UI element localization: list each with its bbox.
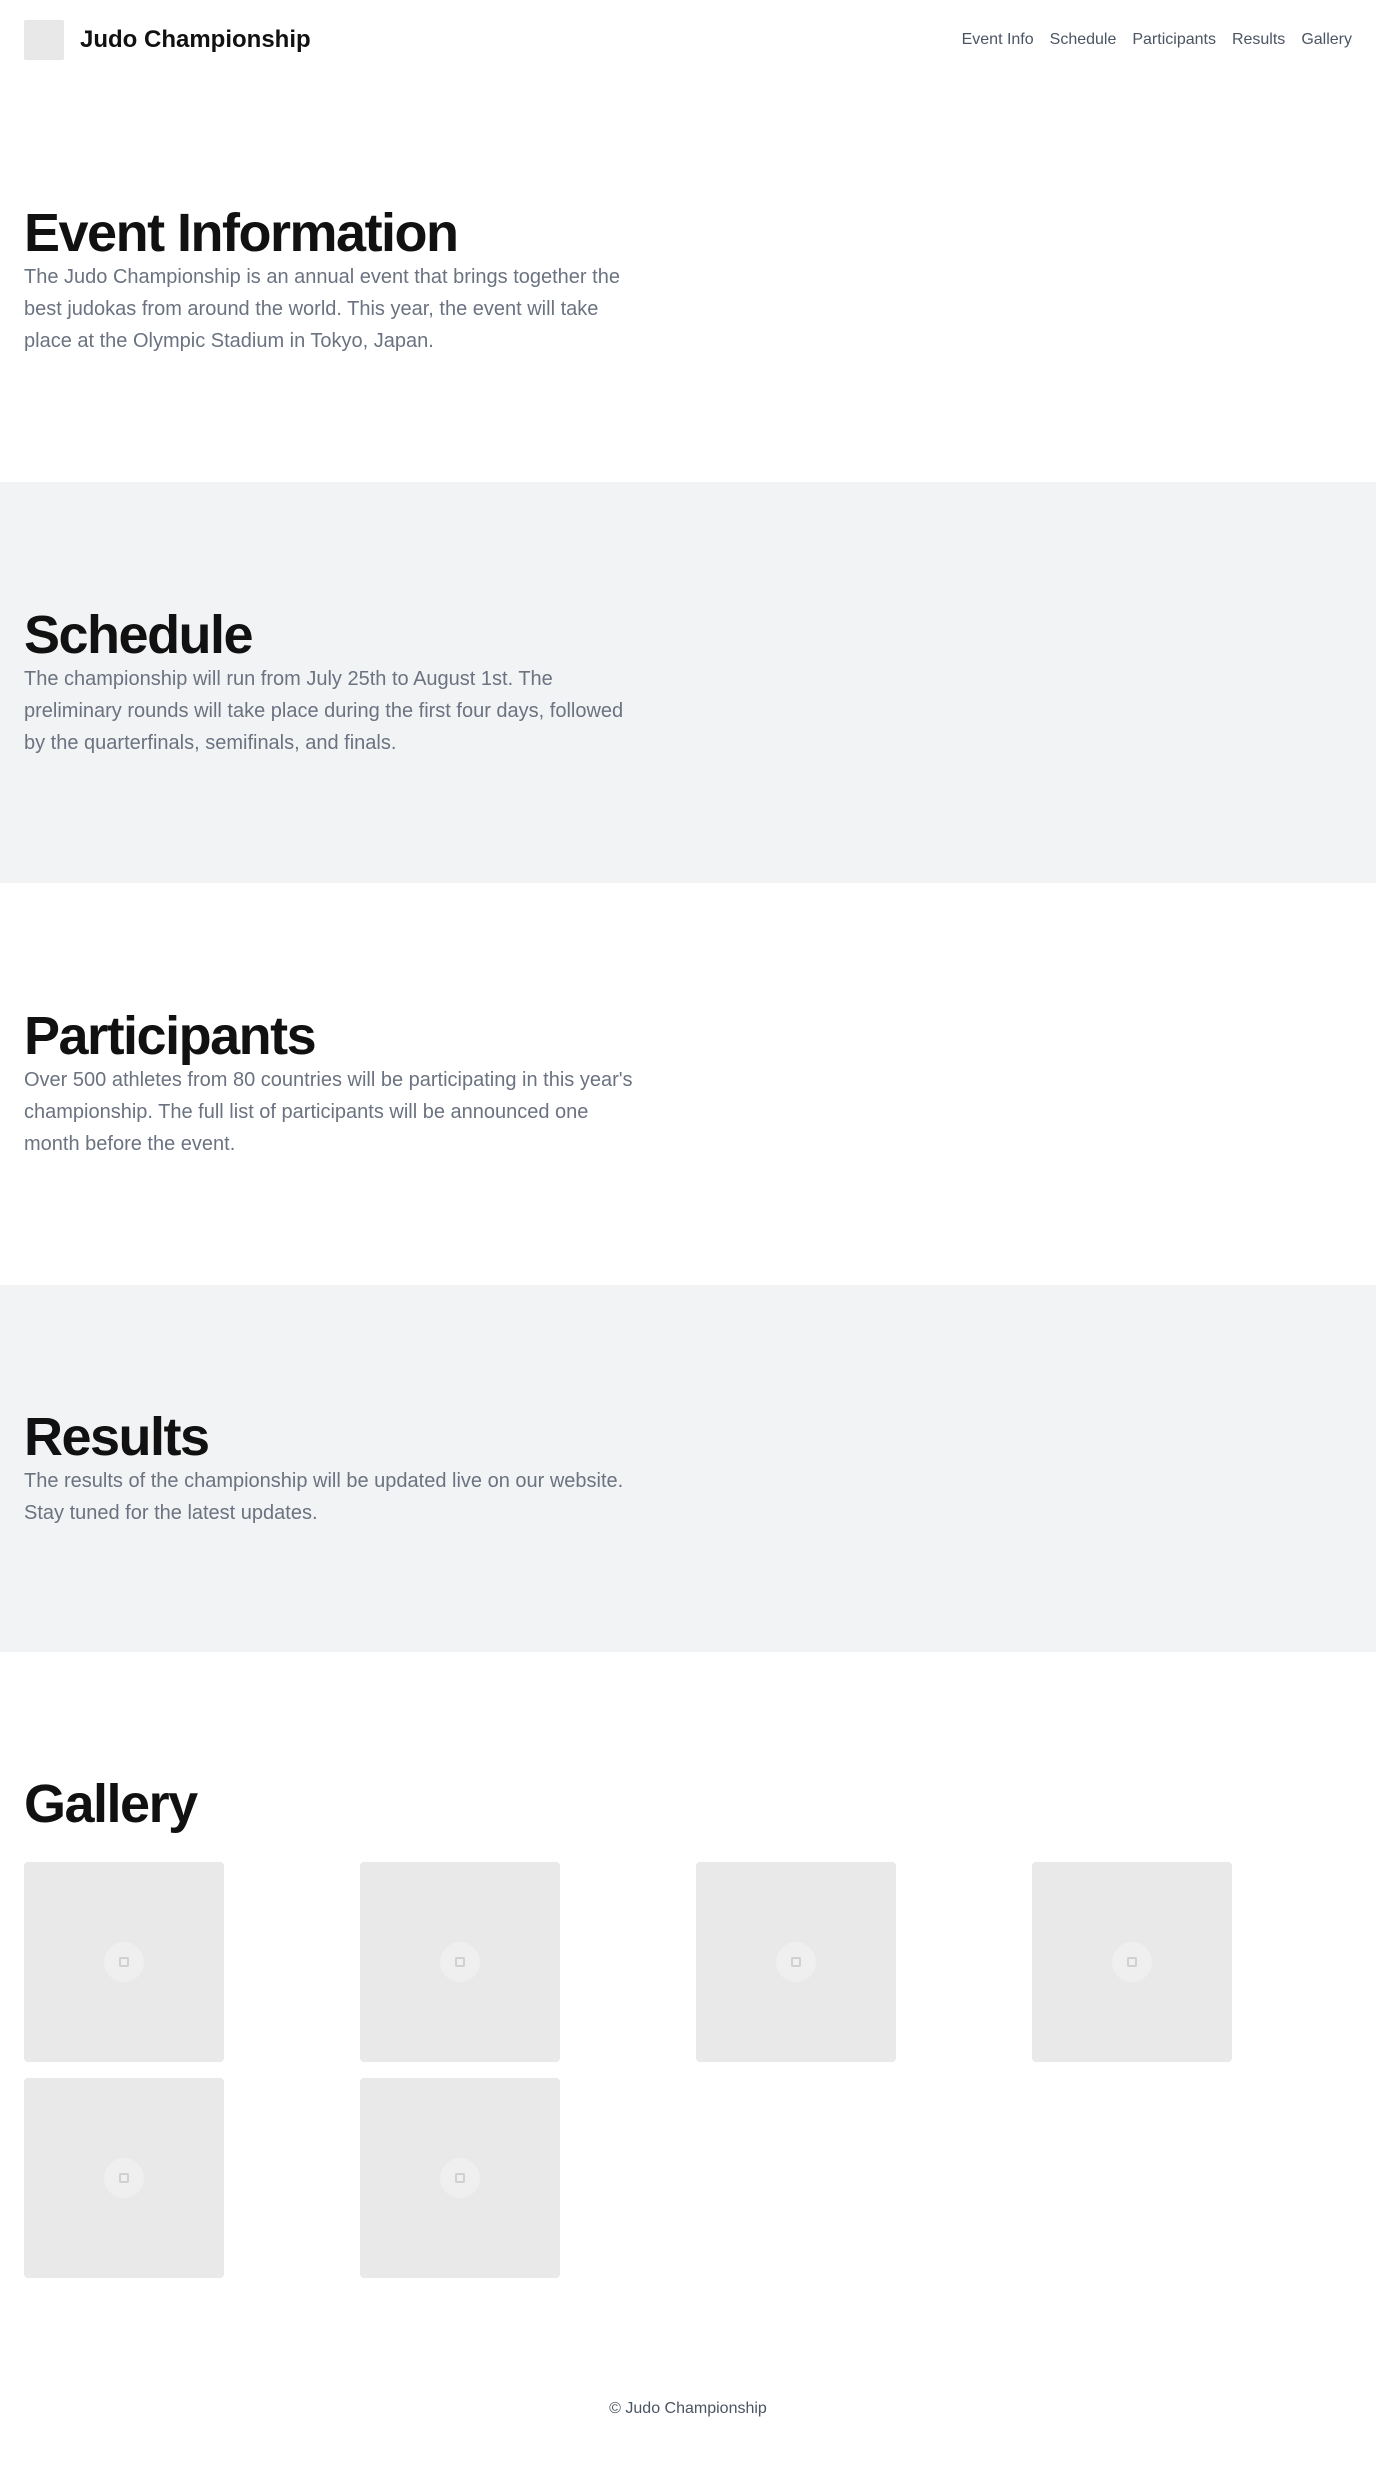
gallery-image[interactable]	[360, 2078, 560, 2278]
logo-placeholder-icon[interactable]	[24, 20, 64, 60]
nav-link-participants[interactable]: Participants	[1132, 31, 1216, 49]
schedule-section: Schedule The championship will run from …	[0, 482, 1376, 883]
participants-section: Participants Over 500 athletes from 80 c…	[0, 883, 1376, 1285]
event-info-section: Event Information The Judo Championship …	[0, 80, 1376, 482]
nav-link-event-info[interactable]: Event Info	[962, 31, 1034, 49]
nav-link-schedule[interactable]: Schedule	[1050, 31, 1117, 49]
image-placeholder-icon	[776, 1942, 816, 1982]
site-title[interactable]: Judo Championship	[80, 26, 311, 54]
gallery-image[interactable]	[24, 2078, 224, 2278]
gallery-image[interactable]	[24, 1862, 224, 2062]
participants-text: Over 500 athletes from 80 countries will…	[24, 1069, 633, 1155]
schedule-text: The championship will run from July 25th…	[24, 667, 624, 754]
gallery-grid	[24, 1862, 1352, 2278]
site-header: Judo Championship Event Info Schedule Pa…	[0, 0, 1376, 80]
gallery-heading: Gallery	[24, 1774, 198, 1834]
nav-link-results[interactable]: Results	[1232, 31, 1285, 49]
results-heading: Results	[24, 1406, 210, 1467]
brand[interactable]: Judo Championship	[24, 20, 311, 60]
image-placeholder-icon	[104, 2158, 144, 2198]
image-placeholder-icon	[440, 2158, 480, 2198]
results-text: The results of the championship will be …	[24, 1469, 624, 1524]
gallery-image[interactable]	[696, 1862, 896, 2062]
image-placeholder-icon	[104, 1942, 144, 1982]
gallery-image[interactable]	[1032, 1862, 1232, 2062]
image-placeholder-icon	[440, 1942, 480, 1982]
schedule-heading: Schedule	[24, 604, 254, 665]
gallery-image[interactable]	[360, 1862, 560, 2062]
site-footer: © Judo Championship	[0, 2365, 1376, 2453]
main-nav: Event Info Schedule Participants Results…	[946, 31, 1352, 49]
footer-copyright: © Judo Championship	[609, 2400, 767, 2417]
participants-heading: Participants	[24, 1006, 317, 1066]
results-section: Results The results of the championship …	[0, 1285, 1376, 1652]
image-placeholder-icon	[1112, 1942, 1152, 1982]
gallery-section: Gallery	[0, 1652, 1376, 2365]
event-info-heading: Event Information	[24, 203, 459, 263]
event-info-text: The Judo Championship is an annual event…	[24, 266, 620, 352]
nav-link-gallery[interactable]: Gallery	[1301, 31, 1352, 49]
